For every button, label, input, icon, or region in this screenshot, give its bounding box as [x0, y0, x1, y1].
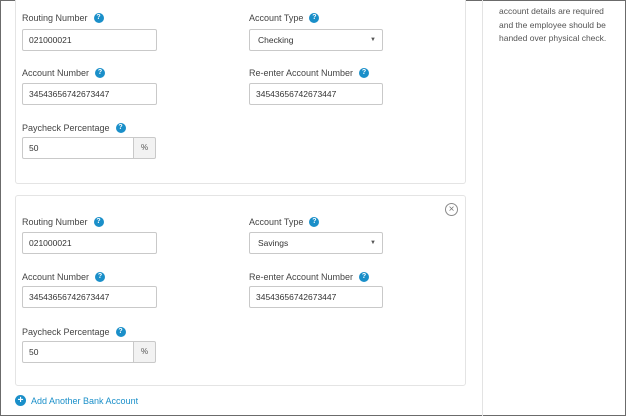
- help-icon[interactable]: ?: [359, 272, 370, 282]
- routing-number-label: Routing Number ?: [22, 13, 104, 23]
- account-number-label: Account Number ?: [22, 68, 106, 78]
- help-icon[interactable]: ?: [309, 217, 320, 227]
- add-bank-account-link[interactable]: + Add Another Bank Account: [15, 395, 138, 406]
- paycheck-percentage-label: Paycheck Percentage ?: [22, 123, 126, 133]
- account-type-select[interactable]: Savings ▼: [249, 232, 383, 254]
- bank-account-card: × Routing Number ? 021000021 Account Typ…: [15, 195, 466, 386]
- help-icon[interactable]: ?: [115, 327, 126, 337]
- paycheck-percentage-input[interactable]: 50: [22, 341, 134, 363]
- percent-suffix: %: [133, 341, 156, 363]
- help-icon[interactable]: ?: [95, 272, 106, 282]
- account-type-label: Account Type ?: [249, 13, 320, 23]
- help-icon[interactable]: ?: [309, 13, 320, 23]
- bank-account-card: Routing Number ? 021000021 Account Type …: [15, 0, 466, 184]
- help-icon[interactable]: ?: [359, 68, 370, 78]
- routing-number-input[interactable]: 021000021: [22, 29, 157, 51]
- reenter-account-number-label: Re-enter Account Number ?: [249, 272, 370, 282]
- account-number-input[interactable]: 34543656742673447: [22, 83, 157, 105]
- routing-number-label: Routing Number ?: [22, 217, 104, 227]
- account-number-input[interactable]: 34543656742673447: [22, 286, 157, 308]
- plus-circle-icon: +: [15, 395, 26, 406]
- caret-down-icon: ▼: [370, 240, 376, 246]
- reenter-account-number-input[interactable]: 34543656742673447: [249, 286, 383, 308]
- help-icon[interactable]: ?: [95, 68, 106, 78]
- help-icon[interactable]: ?: [93, 217, 104, 227]
- reenter-account-number-label: Re-enter Account Number ?: [249, 68, 370, 78]
- caret-down-icon: ▼: [370, 37, 376, 43]
- percent-suffix: %: [133, 137, 156, 159]
- account-number-label: Account Number ?: [22, 272, 106, 282]
- routing-number-input[interactable]: 021000021: [22, 232, 157, 254]
- paycheck-percentage-group: 50 %: [22, 137, 156, 159]
- paycheck-percentage-group: 50 %: [22, 341, 156, 363]
- paycheck-percentage-input[interactable]: 50: [22, 137, 134, 159]
- panel-divider: [482, 0, 483, 416]
- side-note: account details are required and the emp…: [499, 6, 607, 43]
- account-type-label: Account Type ?: [249, 217, 320, 227]
- account-type-select[interactable]: Checking ▼: [249, 29, 383, 51]
- help-icon[interactable]: ?: [93, 13, 104, 23]
- reenter-account-number-input[interactable]: 34543656742673447: [249, 83, 383, 105]
- help-icon[interactable]: ?: [115, 123, 126, 133]
- close-circle-icon[interactable]: ×: [445, 203, 458, 216]
- paycheck-percentage-label: Paycheck Percentage ?: [22, 327, 126, 337]
